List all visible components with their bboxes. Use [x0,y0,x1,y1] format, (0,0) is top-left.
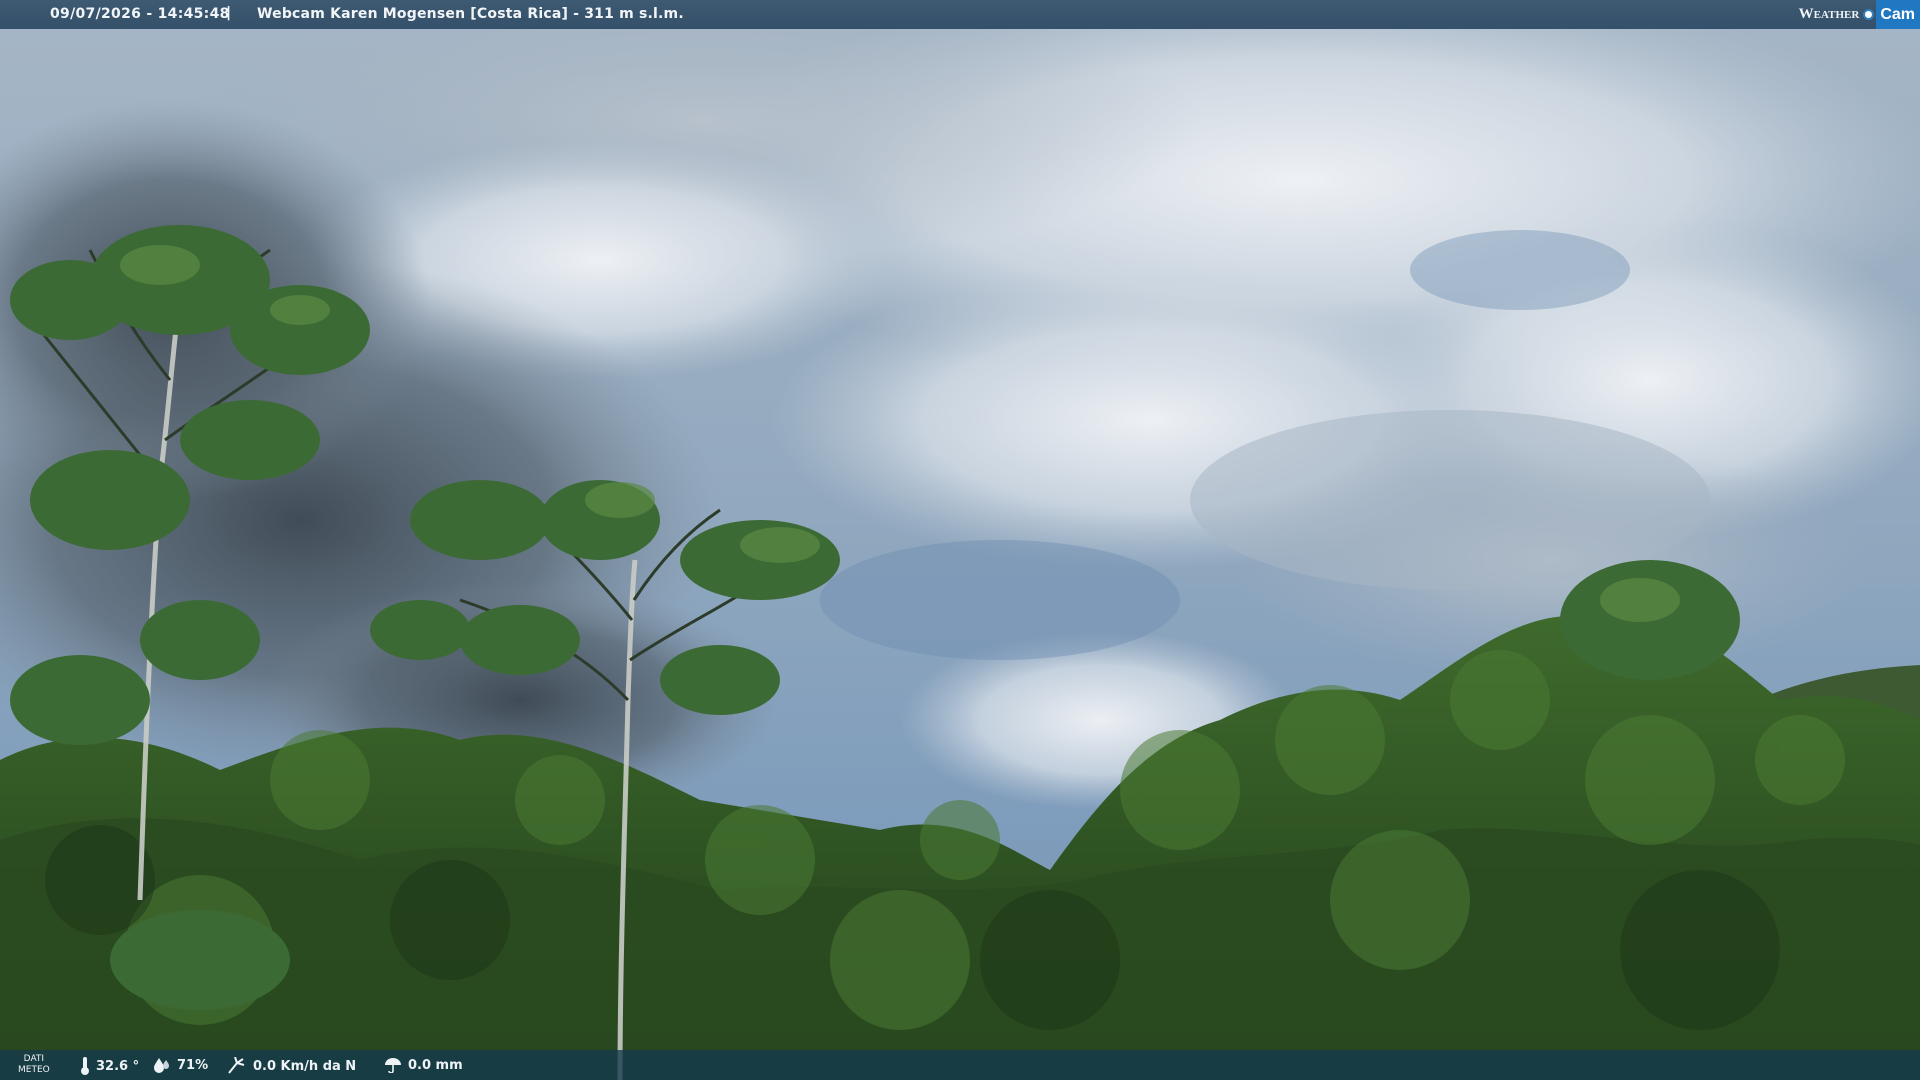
webcam-frame: 09/07/2026 - 14:45:48 | Webcam Karen Mog… [0,0,1920,1080]
humidity-reading: 71% [153,1057,208,1073]
rain-reading: 0.0 mm [384,1057,463,1073]
wind-reading: 0.0 Km/h da N [227,1057,356,1075]
logo-weather-text: Weather [1798,6,1860,22]
webcam-image [0,0,1920,1080]
meteo-label: METEO [18,1065,50,1075]
top-info-bar: 09/07/2026 - 14:45:48 | Webcam Karen Mog… [0,0,1920,29]
wind-icon [228,1057,245,1074]
dati-label: DATI [23,1054,45,1064]
rain-value: 0.0 mm [408,1057,463,1073]
thermometer-icon [81,1057,89,1075]
webcam-title: Webcam Karen Mogensen [Costa Rica] - 311… [257,6,684,22]
humidity-value: 71% [177,1057,209,1073]
timestamp: 09/07/2026 - 14:45:48 [50,6,230,22]
temperature-reading: 32.6 ° [80,1057,139,1075]
temperature-value: 32.6 ° [96,1058,140,1074]
weather-data-bar: DATI METEO 32.6 ° 71% 0.0 Km/h da N 0.0 … [0,1050,1920,1080]
separator: | [226,5,232,21]
weathercam-logo[interactable]: Weather Cam [1799,0,1920,29]
logo-cam-text: Cam [1876,0,1920,29]
rain-umbrella-icon [385,1058,401,1073]
dati-meteo-label: DATI METEO [18,1054,50,1076]
wind-value: 0.0 Km/h da N [253,1058,357,1074]
humidity-drop-icon [154,1058,169,1073]
logo-dot-icon [1863,9,1875,20]
